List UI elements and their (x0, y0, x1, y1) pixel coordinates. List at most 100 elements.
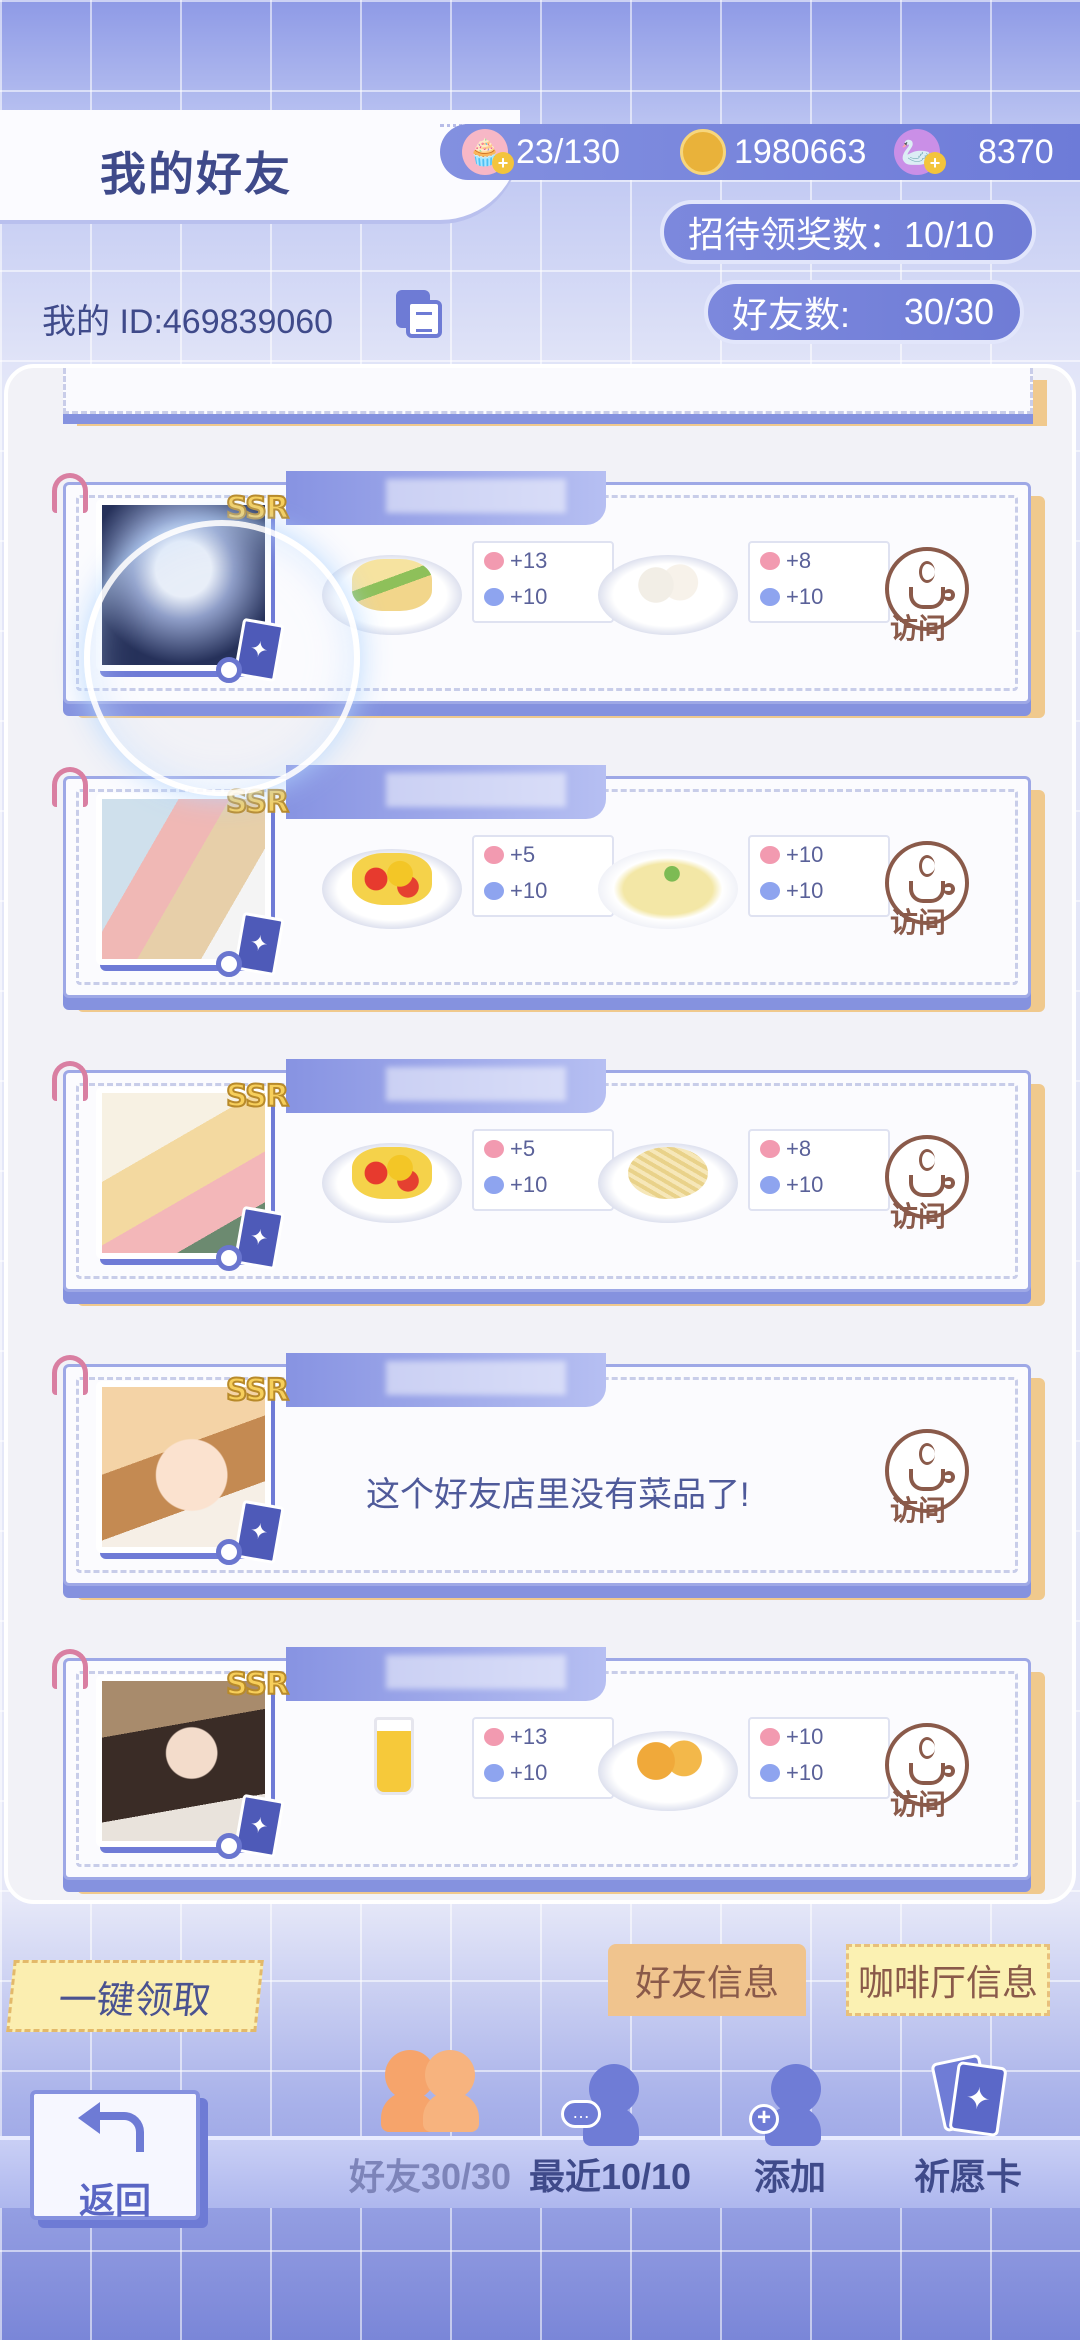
bonus-row: +10 (474, 1167, 612, 1203)
egg-tart-icon (628, 1735, 708, 1787)
bonus-gem: +10 (786, 1172, 824, 1197)
tab-wish-card[interactable]: ✦ 祈愿卡 (868, 2050, 1068, 2200)
dish-egg-tart (598, 1717, 738, 1813)
bonus-cake: +8 (786, 1136, 812, 1161)
bonus-row: +13 (474, 543, 612, 579)
cake-icon (760, 552, 780, 570)
steam (919, 855, 935, 877)
dish-bonus: +13 +10 (472, 1717, 614, 1799)
back-button[interactable]: 返回 (30, 2090, 200, 2221)
friends-icon (381, 2050, 479, 2140)
steam (919, 1443, 935, 1465)
claim-all-button[interactable]: 一键领取 (6, 1960, 264, 2032)
copy-icon-front (406, 300, 442, 338)
friend-name-tab (286, 471, 606, 525)
tab-recent[interactable]: … 最近10/10 (510, 2050, 710, 2200)
plus-icon: + (749, 2104, 779, 2134)
gem-icon (760, 1764, 780, 1782)
cake-icon (484, 1728, 504, 1746)
rarity-badge: SSR (225, 784, 290, 821)
friend-count-value: 30/30 (903, 291, 994, 332)
bonus-row: +10 (474, 1755, 612, 1791)
visit-button[interactable]: 访问 (884, 1429, 970, 1527)
tomato-egg-icon (352, 1147, 432, 1199)
dish-bonus: +5 +10 (472, 1129, 614, 1211)
cup-handle (943, 1471, 955, 1483)
wish-card-icon: ✦ (923, 2050, 1013, 2140)
bonus-row: +5 (474, 1131, 612, 1167)
bonus-cake: +5 (510, 1136, 536, 1161)
bonus-cake: +13 (510, 548, 548, 573)
tab-friend-info[interactable]: 好友信息 (608, 1944, 806, 2016)
visit-label: 访问 (890, 613, 947, 644)
steam (919, 1149, 935, 1171)
bonus-row: +5 (474, 837, 612, 873)
cup (909, 881, 945, 903)
gear-icon (216, 657, 242, 683)
bonus-row: +10 (750, 1755, 888, 1791)
visit-button[interactable]: 访问 (884, 547, 970, 645)
bonus-cake: +13 (510, 1724, 548, 1749)
tab-cafe-info[interactable]: 咖啡厅信息 (846, 1944, 1050, 2016)
cup (909, 1763, 945, 1785)
dish-pasta (598, 1129, 738, 1225)
bonus-gem: +10 (510, 584, 548, 609)
coin-value: 1980663 (734, 132, 867, 171)
dish-bonus: +13 +10 (472, 541, 614, 623)
blurred-name (386, 1067, 566, 1101)
empty-dishes-message: 这个好友店里没有菜品了! (366, 1476, 750, 1514)
card-front: ✦ (948, 2060, 1008, 2138)
gear-icon (216, 951, 242, 977)
dish-juice (356, 1717, 436, 1813)
copy-id-button[interactable] (396, 290, 444, 338)
bonus-row: +10 (750, 579, 888, 615)
visit-button[interactable]: 访问 (884, 1723, 970, 1821)
bonus-cake: +8 (786, 548, 812, 573)
cup-handle (943, 589, 955, 601)
back-label: 返回 (78, 2180, 151, 2221)
tab-wish-card-label: 祈愿卡 (913, 2156, 1022, 2197)
cake-value: 23/130 (516, 132, 620, 171)
bonus-gem: +10 (510, 1760, 548, 1785)
cake-resource[interactable]: 🧁 + 23/130 (462, 124, 620, 180)
friend-card: SSR ✦ 这个好友店里没有菜品了! 访问 (52, 1353, 1031, 1586)
sandwich-icon (352, 559, 432, 611)
bonus-cake: +10 (786, 842, 824, 867)
bonus-row: +10 (750, 873, 888, 909)
gem-resource[interactable]: 🦢 + 8370 (894, 124, 1054, 180)
coin-resource[interactable]: 1980663 (680, 124, 866, 180)
chat-person-icon: … (561, 2050, 655, 2146)
friend-count-label: 好友数: (732, 294, 851, 335)
dish-bonus: +10 +10 (748, 1717, 890, 1799)
bonus-cake: +10 (786, 1724, 824, 1749)
tab-add[interactable]: + 添加 (690, 2050, 890, 2200)
cake-icon (484, 552, 504, 570)
friend-name-tab (286, 1059, 606, 1113)
rarity-badge: SSR (225, 1078, 290, 1115)
juice-icon (374, 1717, 414, 1795)
paperclip-icon (52, 1355, 88, 1395)
friend-card: SSR ✦ +13 +10 +8 +10 访问 (52, 471, 1031, 704)
friend-list[interactable]: SSR ✦ +13 +10 +8 +10 访问 SSR ✦ +5 +10 +10… (4, 364, 1076, 1904)
dish-tomato-egg (322, 835, 462, 931)
gem-icon (760, 588, 780, 606)
cup (909, 1469, 945, 1491)
friend-card: SSR ✦ +5 +10 +10 +10 访问 (52, 765, 1031, 998)
friend-name-tab (286, 1353, 606, 1407)
rarity-badge: SSR (225, 490, 290, 527)
paperclip-icon (52, 767, 88, 807)
coin-icon (680, 129, 726, 175)
cup (909, 1175, 945, 1197)
visit-label: 访问 (890, 1201, 947, 1232)
cake-icon (760, 846, 780, 864)
visit-button[interactable]: 访问 (884, 1135, 970, 1233)
tab-friends[interactable]: 好友30/30 (330, 2050, 530, 2200)
dumpling-icon (628, 559, 708, 611)
blurred-name (386, 1361, 566, 1395)
back-arrow-head (78, 2102, 100, 2134)
visit-button[interactable]: 访问 (884, 841, 970, 939)
gem-icon (484, 1176, 504, 1194)
dish-bonus: +10 +10 (748, 835, 890, 917)
bonus-row: +10 (474, 579, 612, 615)
page-title: 我的好友 (100, 148, 292, 200)
